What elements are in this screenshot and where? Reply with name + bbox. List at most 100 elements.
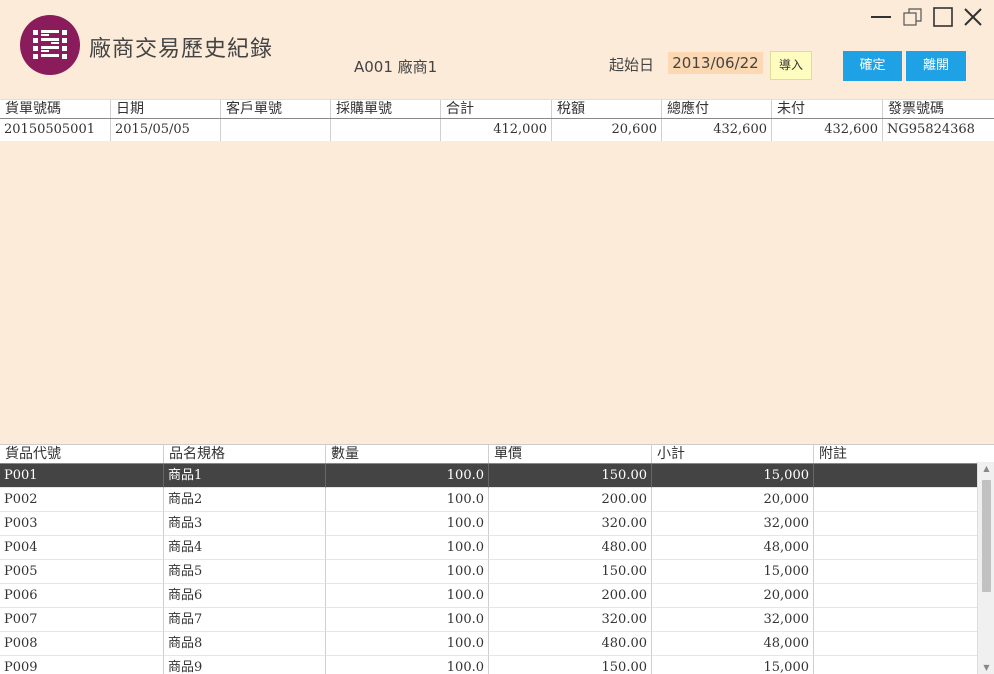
table-cell[interactable] [814,536,977,560]
table-row[interactable]: P002 商品2 100.0 200.00 20,000 [0,488,977,512]
table-cell[interactable]: 320.00 [489,608,652,632]
table-cell[interactable]: 320.00 [489,512,652,536]
table-cell[interactable]: 商品7 [164,608,326,632]
column-header[interactable]: 貨品代號 [0,445,164,463]
column-header[interactable]: 附註 [814,445,977,463]
table-row[interactable]: 20150505001 2015/05/05 412,000 20,600 432,60… [0,119,994,141]
table-cell[interactable]: 商品6 [164,584,326,608]
table-cell[interactable] [814,656,977,674]
scroll-thumb[interactable] [982,480,991,592]
column-header[interactable]: 貨單號碼 [0,100,111,118]
table-cell[interactable]: 150.00 [489,656,652,674]
table-cell[interactable]: 100.0 [326,512,489,536]
table-row[interactable]: P003 商品3 100.0 320.00 32,000 [0,512,977,536]
column-header[interactable]: 品名規格 [164,445,326,463]
table-cell[interactable]: 480.00 [489,632,652,656]
column-header[interactable]: 總應付 [662,100,772,118]
confirm-button[interactable]: 確定 [843,51,902,81]
table-cell[interactable]: 32,000 [652,608,814,632]
table-cell[interactable]: 15,000 [652,464,814,488]
table-cell[interactable]: 100.0 [326,536,489,560]
table-row[interactable]: P004 商品4 100.0 480.00 48,000 [0,536,977,560]
table-row[interactable]: P008 商品8 100.0 480.00 48,000 [0,632,977,656]
table-cell[interactable]: 2015/05/05 [111,119,221,141]
table-cell[interactable] [814,464,977,488]
column-header[interactable]: 未付 [772,100,883,118]
column-header[interactable]: 發票號碼 [883,100,994,118]
restore-icon[interactable] [902,6,924,28]
table-cell[interactable]: 150.00 [489,464,652,488]
table-cell[interactable]: 20,000 [652,584,814,608]
table-cell[interactable]: P006 [0,584,164,608]
maximize-icon[interactable] [932,6,954,28]
table-cell[interactable] [814,512,977,536]
table-row[interactable]: P001 商品1 100.0 150.00 15,000 [0,464,977,488]
table-cell[interactable]: 100.0 [326,560,489,584]
table-row[interactable]: P005 商品5 100.0 150.00 15,000 [0,560,977,584]
table-cell[interactable]: 商品8 [164,632,326,656]
table-cell[interactable]: 100.0 [326,632,489,656]
table-cell[interactable]: 商品3 [164,512,326,536]
table-cell[interactable]: 商品4 [164,536,326,560]
table-cell[interactable]: P005 [0,560,164,584]
table-cell[interactable]: P002 [0,488,164,512]
column-header[interactable]: 數量 [326,445,489,463]
table-cell[interactable]: 432,600 [772,119,883,141]
table-cell[interactable] [814,608,977,632]
table-cell[interactable] [331,119,441,141]
table-row[interactable]: P006 商品6 100.0 200.00 20,000 [0,584,977,608]
table-cell[interactable]: P008 [0,632,164,656]
table-cell[interactable]: 48,000 [652,632,814,656]
column-header[interactable]: 合計 [441,100,552,118]
import-button[interactable]: 導入 [770,51,812,80]
close-icon[interactable] [962,6,984,28]
start-date-field[interactable]: 2013/06/22 [668,52,763,74]
table-cell[interactable]: 100.0 [326,608,489,632]
table-row[interactable]: P009 商品9 100.0 150.00 15,000 [0,656,977,674]
table-cell[interactable]: 商品5 [164,560,326,584]
column-header[interactable]: 稅額 [552,100,662,118]
table-cell[interactable] [814,632,977,656]
item-table-scrollbar[interactable]: ▲ ▼ [977,462,994,674]
column-header[interactable]: 日期 [111,100,221,118]
table-cell[interactable]: P009 [0,656,164,674]
table-cell[interactable]: 432,600 [662,119,772,141]
table-cell[interactable]: 150.00 [489,560,652,584]
column-header[interactable]: 單價 [489,445,652,463]
table-cell[interactable]: NG95824368 [883,119,994,141]
table-cell[interactable]: 200.00 [489,584,652,608]
table-cell[interactable]: P001 [0,464,164,488]
minimize-icon[interactable] [870,6,892,28]
table-cell[interactable]: 15,000 [652,656,814,674]
table-cell[interactable]: 100.0 [326,464,489,488]
table-cell[interactable]: 48,000 [652,536,814,560]
table-cell[interactable]: 20,000 [652,488,814,512]
column-header[interactable]: 採購單號 [331,100,441,118]
table-cell[interactable] [814,488,977,512]
table-cell[interactable]: 100.0 [326,584,489,608]
table-cell[interactable]: 20,600 [552,119,662,141]
table-cell[interactable]: 200.00 [489,488,652,512]
table-row[interactable]: P007 商品7 100.0 320.00 32,000 [0,608,977,632]
table-cell[interactable]: 商品2 [164,488,326,512]
table-cell[interactable]: 100.0 [326,488,489,512]
table-cell[interactable] [814,560,977,584]
scroll-down-icon[interactable]: ▼ [978,661,994,674]
table-cell[interactable]: 20150505001 [0,119,111,141]
table-cell[interactable]: 480.00 [489,536,652,560]
scroll-up-icon[interactable]: ▲ [978,462,994,476]
table-cell[interactable]: 15,000 [652,560,814,584]
table-cell[interactable]: 商品1 [164,464,326,488]
exit-button[interactable]: 離開 [906,51,966,81]
table-cell[interactable]: 32,000 [652,512,814,536]
column-header[interactable]: 小計 [652,445,814,463]
column-header[interactable]: 客戶單號 [221,100,331,118]
table-cell[interactable]: 412,000 [441,119,552,141]
table-cell[interactable] [221,119,331,141]
table-cell[interactable]: P007 [0,608,164,632]
table-cell[interactable]: 100.0 [326,656,489,674]
table-cell[interactable]: 商品9 [164,656,326,674]
table-cell[interactable]: P003 [0,512,164,536]
table-cell[interactable]: P004 [0,536,164,560]
table-cell[interactable] [814,584,977,608]
